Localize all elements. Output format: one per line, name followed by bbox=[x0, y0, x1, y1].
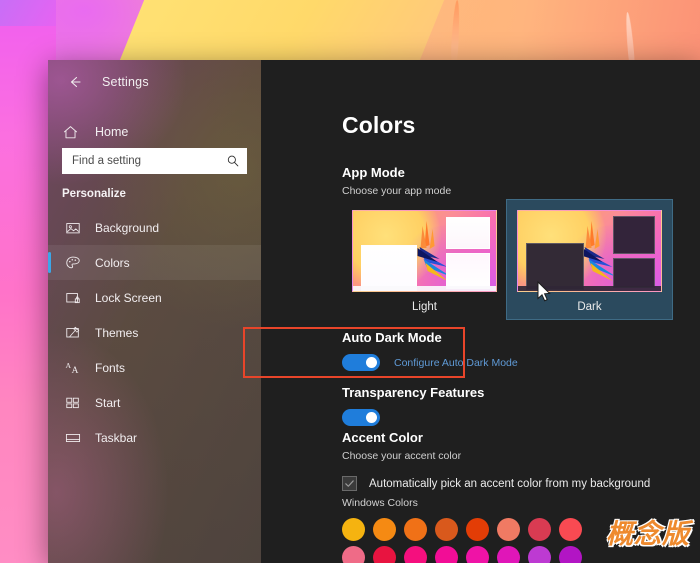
color-swatch[interactable] bbox=[342, 546, 365, 563]
color-swatch[interactable] bbox=[373, 546, 396, 563]
windows-colors-section: Windows Colors bbox=[342, 497, 590, 563]
sidebar-item-lock-screen[interactable]: Lock Screen bbox=[48, 280, 261, 315]
themes-icon bbox=[64, 324, 81, 341]
sidebar-item-label: Themes bbox=[95, 326, 138, 340]
svg-text:A: A bbox=[65, 361, 71, 370]
color-swatch[interactable] bbox=[435, 518, 458, 541]
auto-accent-checkbox-label: Automatically pick an accent color from … bbox=[369, 478, 650, 490]
configure-auto-dark-mode-link[interactable]: Configure Auto Dark Mode bbox=[394, 357, 518, 369]
palette-icon bbox=[64, 254, 81, 271]
settings-content-pane: Colors App Mode Choose your app mode bbox=[261, 60, 700, 563]
app-mode-heading: App Mode bbox=[342, 165, 451, 180]
sidebar-item-colors[interactable]: Colors bbox=[48, 245, 261, 280]
taskbar-icon bbox=[64, 429, 81, 446]
mouse-pointer-icon bbox=[537, 281, 552, 303]
color-swatch[interactable] bbox=[497, 546, 520, 563]
auto-dark-mode-row: Configure Auto Dark Mode bbox=[342, 354, 518, 371]
start-icon bbox=[64, 394, 81, 411]
sidebar-item-fonts[interactable]: A A Fonts bbox=[48, 350, 261, 385]
sidebar-item-home[interactable]: Home bbox=[62, 120, 128, 144]
toggle-knob bbox=[366, 412, 377, 423]
lock-screen-icon bbox=[64, 289, 81, 306]
accent-color-heading: Accent Color bbox=[342, 430, 650, 445]
settings-sidebar: Settings Home Personalize bbox=[48, 60, 261, 563]
search-icon bbox=[226, 154, 240, 168]
transparency-section: Transparency Features bbox=[342, 385, 484, 426]
transparency-row bbox=[342, 409, 484, 426]
screen: Settings Home Personalize bbox=[0, 0, 700, 563]
auto-dark-mode-heading: Auto Dark Mode bbox=[342, 330, 518, 345]
app-mode-option-light[interactable]: Light bbox=[342, 200, 507, 319]
color-swatch[interactable] bbox=[559, 546, 582, 563]
color-swatch[interactable] bbox=[528, 518, 551, 541]
dark-theme-preview bbox=[517, 210, 662, 292]
auto-dark-mode-section: Auto Dark Mode Configure Auto Dark Mode bbox=[342, 330, 518, 371]
sidebar-item-background[interactable]: Background bbox=[48, 210, 261, 245]
color-swatch[interactable] bbox=[373, 518, 396, 541]
preview-window-left bbox=[361, 245, 417, 292]
window-title: Settings bbox=[102, 75, 149, 89]
auto-accent-checkbox[interactable] bbox=[342, 476, 357, 491]
wallpaper-left-top-strip bbox=[0, 0, 56, 26]
sidebar-item-label: Colors bbox=[95, 256, 130, 270]
app-mode-option-dark[interactable]: Dark bbox=[507, 200, 672, 319]
sidebar-item-label: Background bbox=[95, 221, 159, 235]
app-mode-option-label: Light bbox=[412, 301, 437, 313]
color-swatch[interactable] bbox=[559, 518, 582, 541]
preview-window-right-top bbox=[446, 217, 490, 249]
search-box[interactable] bbox=[62, 148, 247, 174]
color-swatch[interactable] bbox=[528, 546, 551, 563]
svg-text:A: A bbox=[71, 365, 78, 375]
color-swatch[interactable] bbox=[404, 518, 427, 541]
preview-window-right-bottom bbox=[613, 258, 655, 288]
sidebar-item-label: Lock Screen bbox=[95, 291, 162, 305]
transparency-heading: Transparency Features bbox=[342, 385, 484, 400]
home-icon bbox=[62, 124, 79, 141]
light-theme-preview bbox=[352, 210, 497, 292]
color-swatch[interactable] bbox=[497, 518, 520, 541]
preview-taskbar bbox=[353, 286, 496, 291]
auto-dark-mode-toggle[interactable] bbox=[342, 354, 380, 371]
transparency-toggle[interactable] bbox=[342, 409, 380, 426]
color-swatch[interactable] bbox=[435, 546, 458, 563]
accent-color-section: Accent Color Choose your accent color Au… bbox=[342, 430, 650, 491]
window-titlebar: Settings bbox=[48, 60, 261, 104]
toggle-knob bbox=[366, 357, 377, 368]
auto-accent-checkbox-row[interactable]: Automatically pick an accent color from … bbox=[342, 476, 650, 491]
sidebar-item-label: Fonts bbox=[95, 361, 125, 375]
watermark-text: 概念版 bbox=[606, 512, 690, 551]
color-swatch[interactable] bbox=[466, 518, 489, 541]
accent-color-subtitle: Choose your accent color bbox=[342, 450, 650, 462]
windows-colors-swatch-grid bbox=[342, 518, 590, 563]
fonts-icon: A A bbox=[64, 359, 81, 376]
color-swatch[interactable] bbox=[342, 518, 365, 541]
preview-window-right-top bbox=[613, 216, 655, 254]
arrow-left-icon bbox=[67, 74, 83, 90]
preview-window-left bbox=[526, 243, 584, 290]
sidebar-item-label: Start bbox=[95, 396, 120, 410]
sidebar-section-label: Personalize bbox=[62, 188, 126, 200]
windows-colors-heading: Windows Colors bbox=[342, 497, 590, 509]
app-mode-options: Light bbox=[342, 200, 672, 319]
app-mode-section: App Mode Choose your app mode bbox=[342, 165, 451, 197]
search-input[interactable] bbox=[72, 155, 226, 167]
sidebar-item-start[interactable]: Start bbox=[48, 385, 261, 420]
back-button[interactable] bbox=[62, 69, 88, 95]
app-mode-subtitle: Choose your app mode bbox=[342, 185, 451, 197]
app-mode-option-label: Dark bbox=[577, 301, 601, 313]
sidebar-item-taskbar[interactable]: Taskbar bbox=[48, 420, 261, 455]
settings-window: Settings Home Personalize bbox=[48, 60, 700, 563]
check-icon bbox=[344, 478, 355, 489]
sidebar-item-home-label: Home bbox=[95, 125, 128, 139]
sidebar-item-themes[interactable]: Themes bbox=[48, 315, 261, 350]
image-icon bbox=[64, 219, 81, 236]
sidebar-item-label: Taskbar bbox=[95, 431, 137, 445]
color-swatch[interactable] bbox=[404, 546, 427, 563]
preview-window-right-bottom bbox=[446, 253, 490, 289]
color-swatch[interactable] bbox=[466, 546, 489, 563]
page-title: Colors bbox=[342, 112, 415, 139]
sidebar-nav-list: Background Colors bbox=[48, 210, 261, 455]
